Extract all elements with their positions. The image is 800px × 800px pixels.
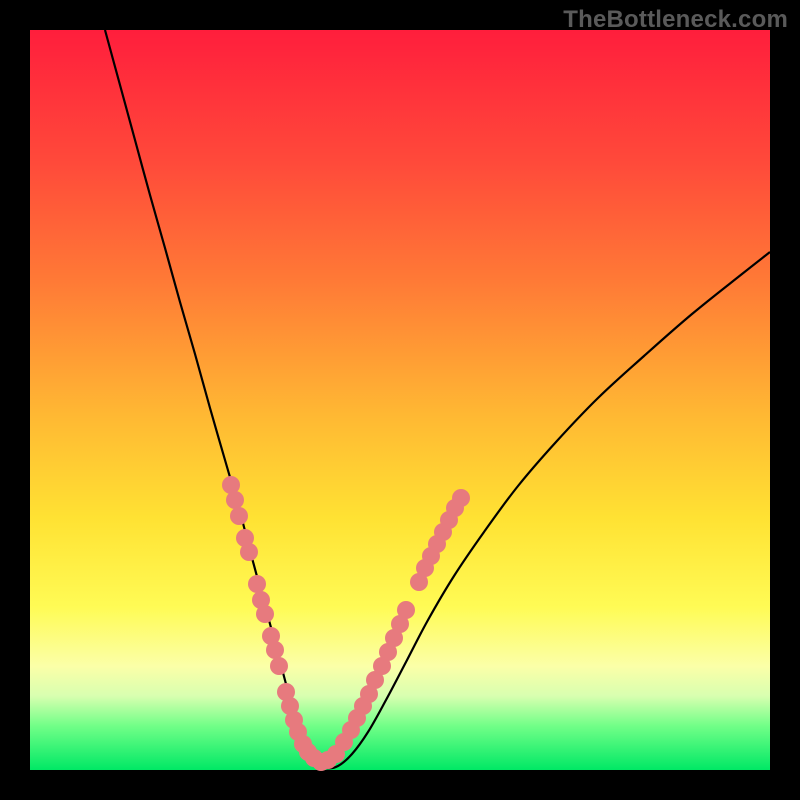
highlight-markers [222, 476, 470, 771]
marker-dot [256, 605, 274, 623]
marker-dot [226, 491, 244, 509]
curve-layer [30, 30, 770, 770]
chart-frame: TheBottleneck.com [0, 0, 800, 800]
marker-dot [266, 641, 284, 659]
marker-dot [248, 575, 266, 593]
marker-dot [397, 601, 415, 619]
marker-dot [270, 657, 288, 675]
marker-dot [230, 507, 248, 525]
bottleneck-curve [105, 30, 770, 768]
marker-dot [240, 543, 258, 561]
plot-area [30, 30, 770, 770]
marker-dot [452, 489, 470, 507]
